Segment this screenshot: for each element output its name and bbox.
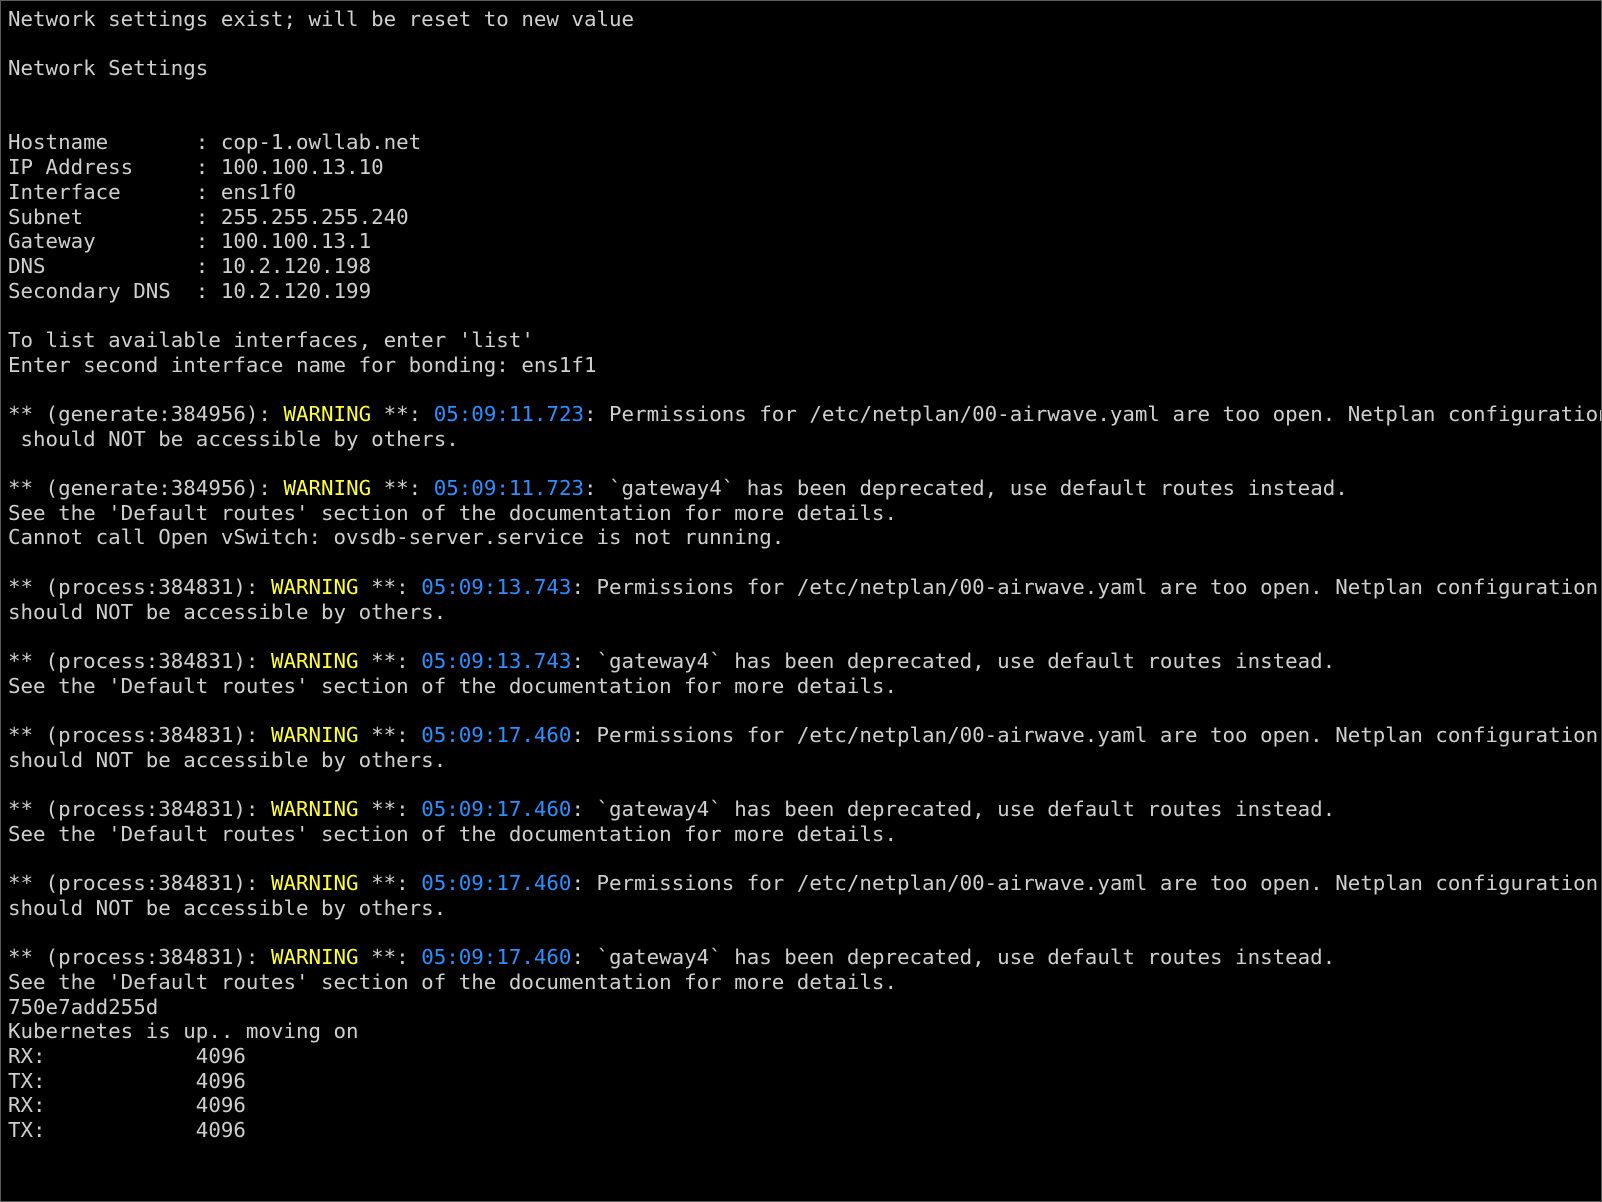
console-window: Network settings exist; will be reset to… <box>0 0 1602 1202</box>
log-source: ** (process:384831): <box>8 648 271 673</box>
terminal-line: should NOT be accessible by others. <box>8 426 459 451</box>
terminal-line: TX: 4096 <box>8 1117 246 1142</box>
warning-label: WARNING <box>270 797 359 821</box>
log-separator: **: <box>358 945 422 970</box>
terminal-line: Secondary DNS : 10.2.120.199 <box>8 278 372 303</box>
warning-label: WARNING <box>283 402 372 426</box>
log-source: ** (generate:384956): <box>8 402 284 426</box>
timestamp: 05:09:11.723 <box>433 402 584 426</box>
log-separator: **: <box>358 574 422 599</box>
terminal-line: DNS : 10.2.120.198 <box>8 253 372 278</box>
warning-label: WARNING <box>270 722 359 747</box>
log-source: ** (process:384831): <box>8 797 271 821</box>
log-source: ** (process:384831): <box>8 574 271 599</box>
timestamp: 05:09:17.460 <box>421 797 572 821</box>
timestamp: 05:09:13.743 <box>421 648 572 673</box>
warning-line: ** (process:384831): WARNING **: 05:09:1… <box>8 797 1598 822</box>
terminal-line: should NOT be accessible by others. <box>8 599 447 624</box>
log-message: : `gateway4` has been deprecated, use de… <box>571 797 1336 821</box>
log-message: : Permissions for /etc/netplan/00-airwav… <box>571 871 1599 896</box>
log-separator: **: <box>371 402 434 426</box>
terminal-line: Interface : ens1f0 <box>8 179 296 204</box>
terminal-line: RX: 4096 <box>8 1043 246 1068</box>
timestamp: 05:09:17.460 <box>421 871 572 896</box>
terminal-line: should NOT be accessible by others. <box>8 747 447 772</box>
timestamp: 05:09:11.723 <box>433 476 584 501</box>
warning-line: ** (generate:384956): WARNING **: 05:09:… <box>8 476 1598 501</box>
terminal-line: See the 'Default routes' section of the … <box>8 821 897 846</box>
terminal-line: should NOT be accessible by others. <box>8 895 447 920</box>
terminal-line: Cannot call Open vSwitch: ovsdb-server.s… <box>8 525 785 550</box>
terminal-line: 750e7add255d <box>8 994 159 1019</box>
log-separator: **: <box>371 476 434 501</box>
log-source: ** (generate:384956): <box>8 476 284 501</box>
terminal-line: See the 'Default routes' section of the … <box>8 673 897 698</box>
terminal-line: See the 'Default routes' section of the … <box>8 500 897 525</box>
timestamp: 05:09:17.460 <box>421 722 572 747</box>
log-source: ** (process:384831): <box>8 871 271 896</box>
log-separator: **: <box>358 648 422 673</box>
log-message: : `gateway4` has been deprecated, use de… <box>583 476 1348 501</box>
timestamp: 05:09:13.743 <box>421 574 572 599</box>
terminal-line: Network settings exist; will be reset to… <box>8 7 635 31</box>
log-message: : `gateway4` has been deprecated, use de… <box>571 648 1336 673</box>
warning-label: WARNING <box>270 648 359 673</box>
warning-label: WARNING <box>270 574 359 599</box>
warning-line: ** (process:384831): WARNING **: 05:09:1… <box>8 945 1598 970</box>
log-separator: **: <box>358 797 422 821</box>
warning-line: ** (process:384831): WARNING **: 05:09:1… <box>8 723 1598 748</box>
warning-label: WARNING <box>270 871 359 896</box>
log-message: : `gateway4` has been deprecated, use de… <box>571 945 1336 970</box>
terminal-line: Network Settings <box>8 56 209 81</box>
log-source: ** (process:384831): <box>8 945 271 970</box>
warning-line: ** (process:384831): WARNING **: 05:09:1… <box>8 871 1598 896</box>
warning-label: WARNING <box>270 945 359 970</box>
terminal-line: Subnet : 255.255.255.240 <box>8 204 409 229</box>
log-message: : Permissions for /etc/netplan/00-airwav… <box>571 722 1599 747</box>
warning-line: ** (process:384831): WARNING **: 05:09:1… <box>8 649 1598 674</box>
log-separator: **: <box>358 722 422 747</box>
terminal-output: Network settings exist; will be reset to… <box>8 7 1601 1143</box>
warning-line: ** (process:384831): WARNING **: 05:09:1… <box>8 575 1598 600</box>
terminal-line: Hostname : cop-1.owllab.net <box>8 130 422 155</box>
warning-label: WARNING <box>283 476 372 501</box>
log-message: : Permissions for /etc/netplan/00-airwav… <box>571 574 1599 599</box>
terminal-line: RX: 4096 <box>8 1093 246 1118</box>
terminal-line: Kubernetes is up.. moving on <box>8 1019 359 1044</box>
terminal-line: IP Address : 100.100.13.10 <box>8 155 384 180</box>
timestamp: 05:09:17.460 <box>421 945 572 970</box>
log-message: : Permissions for /etc/netplan/00-airwav… <box>583 402 1602 426</box>
terminal-line: Gateway : 100.100.13.1 <box>8 229 372 254</box>
warning-line: ** (generate:384956): WARNING **: 05:09:… <box>8 402 1601 427</box>
terminal-line: Enter second interface name for bonding:… <box>8 352 597 377</box>
log-source: ** (process:384831): <box>8 722 271 747</box>
terminal-line: TX: 4096 <box>8 1068 246 1093</box>
log-separator: **: <box>358 871 422 896</box>
terminal-line: To list available interfaces, enter 'lis… <box>8 327 534 352</box>
terminal-line: See the 'Default routes' section of the … <box>8 969 897 994</box>
